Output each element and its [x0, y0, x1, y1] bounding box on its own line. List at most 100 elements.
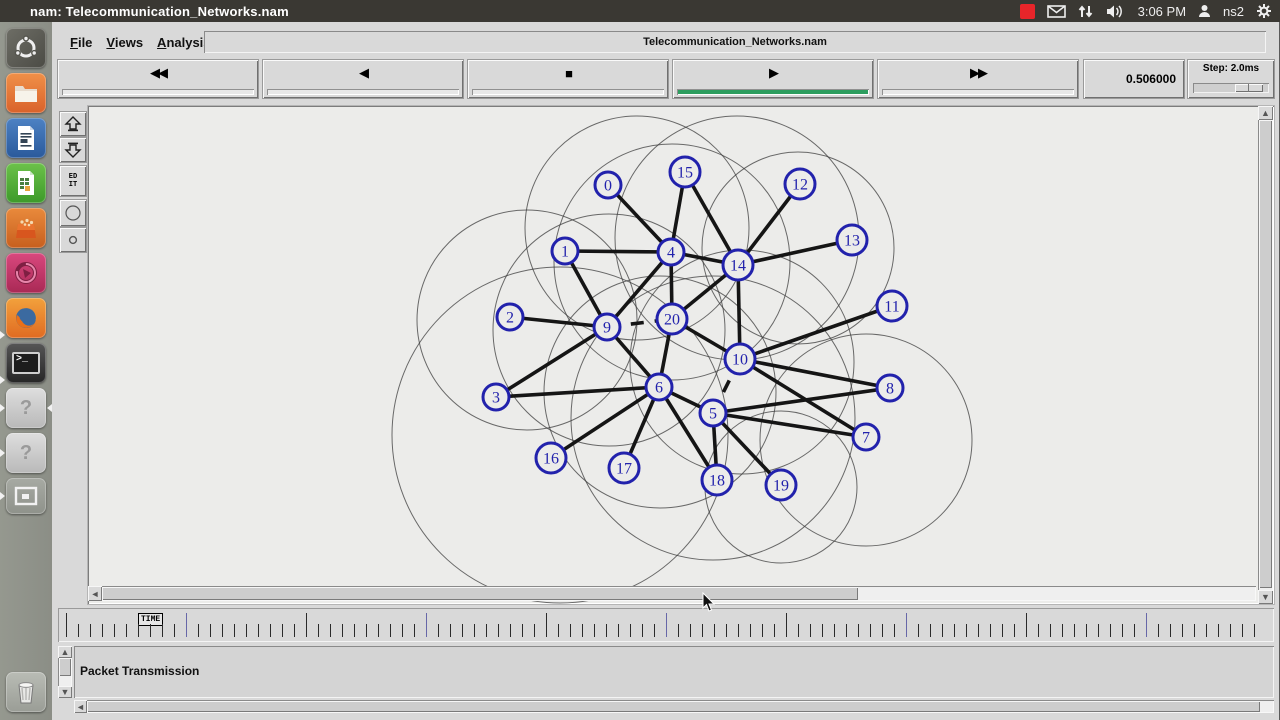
node-label: 18: [709, 473, 725, 490]
node-11[interactable]: 11: [877, 291, 907, 321]
node-9[interactable]: 9: [594, 314, 620, 340]
running-pip: [0, 449, 5, 457]
ruler-minor-tick: [318, 624, 319, 637]
hscroll-thumb[interactable]: [102, 587, 858, 600]
panel-vscroll-thumb[interactable]: [59, 658, 71, 676]
play-icon: ▶: [673, 60, 873, 86]
rewind-button[interactable]: ◀◀: [58, 60, 258, 98]
launcher-item-software-center[interactable]: [6, 208, 46, 248]
node-3[interactable]: 3: [483, 384, 509, 410]
focused-pip: [47, 404, 52, 412]
ruler-minor-tick: [1254, 624, 1255, 637]
node-19[interactable]: 19: [766, 470, 796, 500]
ruler-minor-tick: [330, 624, 331, 637]
launcher-item-dash[interactable]: [6, 28, 46, 68]
simulation-time-display: 0.506000: [1084, 60, 1184, 98]
node-18[interactable]: 18: [702, 465, 732, 495]
panel-hscrollbar[interactable]: ◄: [74, 700, 1274, 713]
ruler-minor-tick: [954, 624, 955, 637]
node-label: 9: [603, 320, 611, 337]
mail-icon[interactable]: [1047, 5, 1066, 18]
node-0[interactable]: 0: [595, 172, 621, 198]
network-sync-icon[interactable]: [1078, 4, 1094, 19]
writer-document-icon: [15, 125, 37, 151]
session-user[interactable]: ns2: [1223, 4, 1244, 19]
zoom-out-button[interactable]: [60, 138, 86, 162]
user-icon[interactable]: [1198, 4, 1211, 18]
small-node-tool-button[interactable]: [60, 228, 86, 252]
panel-scroll-left-arrow[interactable]: ◄: [74, 700, 87, 713]
node-label: 2: [506, 310, 514, 327]
canvas-vscrollbar[interactable]: ▲ ▼: [1258, 106, 1273, 604]
launcher-item-trash[interactable]: [6, 672, 46, 712]
big-node-tool-button[interactable]: [60, 200, 86, 226]
node-20[interactable]: 20: [657, 304, 687, 334]
time-ruler[interactable]: TIME: [58, 608, 1274, 642]
gear-icon[interactable]: [1256, 3, 1272, 19]
ruler-major-tick: [426, 613, 427, 637]
play-button[interactable]: ▶: [673, 60, 873, 98]
node-2[interactable]: 2: [497, 304, 523, 330]
ruler-minor-tick: [258, 624, 259, 637]
launcher-item-unknown-2[interactable]: ?: [6, 433, 46, 473]
volume-icon[interactable]: [1106, 4, 1126, 19]
canvas-hscrollbar[interactable]: ◄: [88, 586, 1256, 601]
menu-file[interactable]: File: [70, 35, 92, 50]
panel-scroll-up-arrow[interactable]: ▲: [58, 646, 72, 658]
ruler-minor-tick: [366, 624, 367, 637]
launcher-item-terminal[interactable]: >_: [6, 343, 46, 383]
menu-views[interactable]: Views: [106, 35, 143, 50]
node-14[interactable]: 14: [723, 250, 753, 280]
scroll-down-arrow[interactable]: ▼: [1258, 590, 1273, 604]
ruler-minor-tick: [858, 624, 859, 637]
step-slider[interactable]: [1193, 83, 1269, 93]
vscroll-thumb[interactable]: [1259, 120, 1272, 588]
node-label: 5: [709, 406, 717, 423]
node-7[interactable]: 7: [853, 424, 879, 450]
panel-vscrollbar[interactable]: ▲ ▼: [58, 646, 72, 698]
node-13[interactable]: 13: [837, 225, 867, 255]
ruler-minor-tick: [294, 624, 295, 637]
node-17[interactable]: 17: [609, 453, 639, 483]
menu-analysis[interactable]: Analysis: [157, 35, 210, 50]
network-canvas[interactable]: 01512131414292011103658716171819: [88, 106, 1274, 604]
scroll-up-arrow[interactable]: ▲: [1258, 106, 1273, 120]
launcher-item-media-player[interactable]: [6, 253, 46, 293]
step-slider-handle[interactable]: [1235, 84, 1263, 92]
firefox-icon: [12, 304, 40, 332]
launcher-item-unknown-1[interactable]: ?: [6, 388, 46, 428]
scroll-left-arrow[interactable]: ◄: [88, 586, 102, 601]
stop-button[interactable]: ■: [468, 60, 668, 98]
step-back-button[interactable]: ◀: [263, 60, 463, 98]
edit-button[interactable]: EDIT: [60, 166, 86, 196]
folder-icon: [13, 82, 39, 104]
ruler-minor-tick: [1074, 624, 1075, 637]
node-5[interactable]: 5: [700, 400, 726, 426]
panel-hscroll-thumb[interactable]: [87, 701, 1260, 712]
recording-indicator-icon[interactable]: [1020, 4, 1035, 19]
node-8[interactable]: 8: [877, 375, 903, 401]
ruler-minor-tick: [1230, 624, 1231, 637]
launcher-item-firefox[interactable]: [6, 298, 46, 338]
play-progress-strip: [677, 89, 869, 95]
node-16[interactable]: 16: [536, 443, 566, 473]
ruler-minor-tick: [1170, 624, 1171, 637]
node-4[interactable]: 4: [658, 239, 684, 265]
panel-scroll-down-arrow[interactable]: ▼: [58, 686, 72, 698]
node-12[interactable]: 12: [785, 169, 815, 199]
zoom-in-arrow-icon: [64, 116, 82, 132]
clock[interactable]: 3:06 PM: [1138, 4, 1186, 19]
node-1[interactable]: 1: [552, 238, 578, 264]
launcher-item-calc[interactable]: [6, 163, 46, 203]
fast-forward-button[interactable]: ▶▶: [878, 60, 1078, 98]
launcher-item-writer[interactable]: [6, 118, 46, 158]
ruler-minor-tick: [402, 624, 403, 637]
zoom-in-button[interactable]: [60, 112, 86, 136]
node-6[interactable]: 6: [646, 374, 672, 400]
node-label: 19: [773, 478, 789, 495]
launcher-item-files[interactable]: [6, 73, 46, 113]
node-10[interactable]: 10: [725, 344, 755, 374]
node-15[interactable]: 15: [670, 157, 700, 187]
media-player-icon: [13, 260, 39, 286]
launcher-item-workspace[interactable]: [6, 478, 46, 514]
